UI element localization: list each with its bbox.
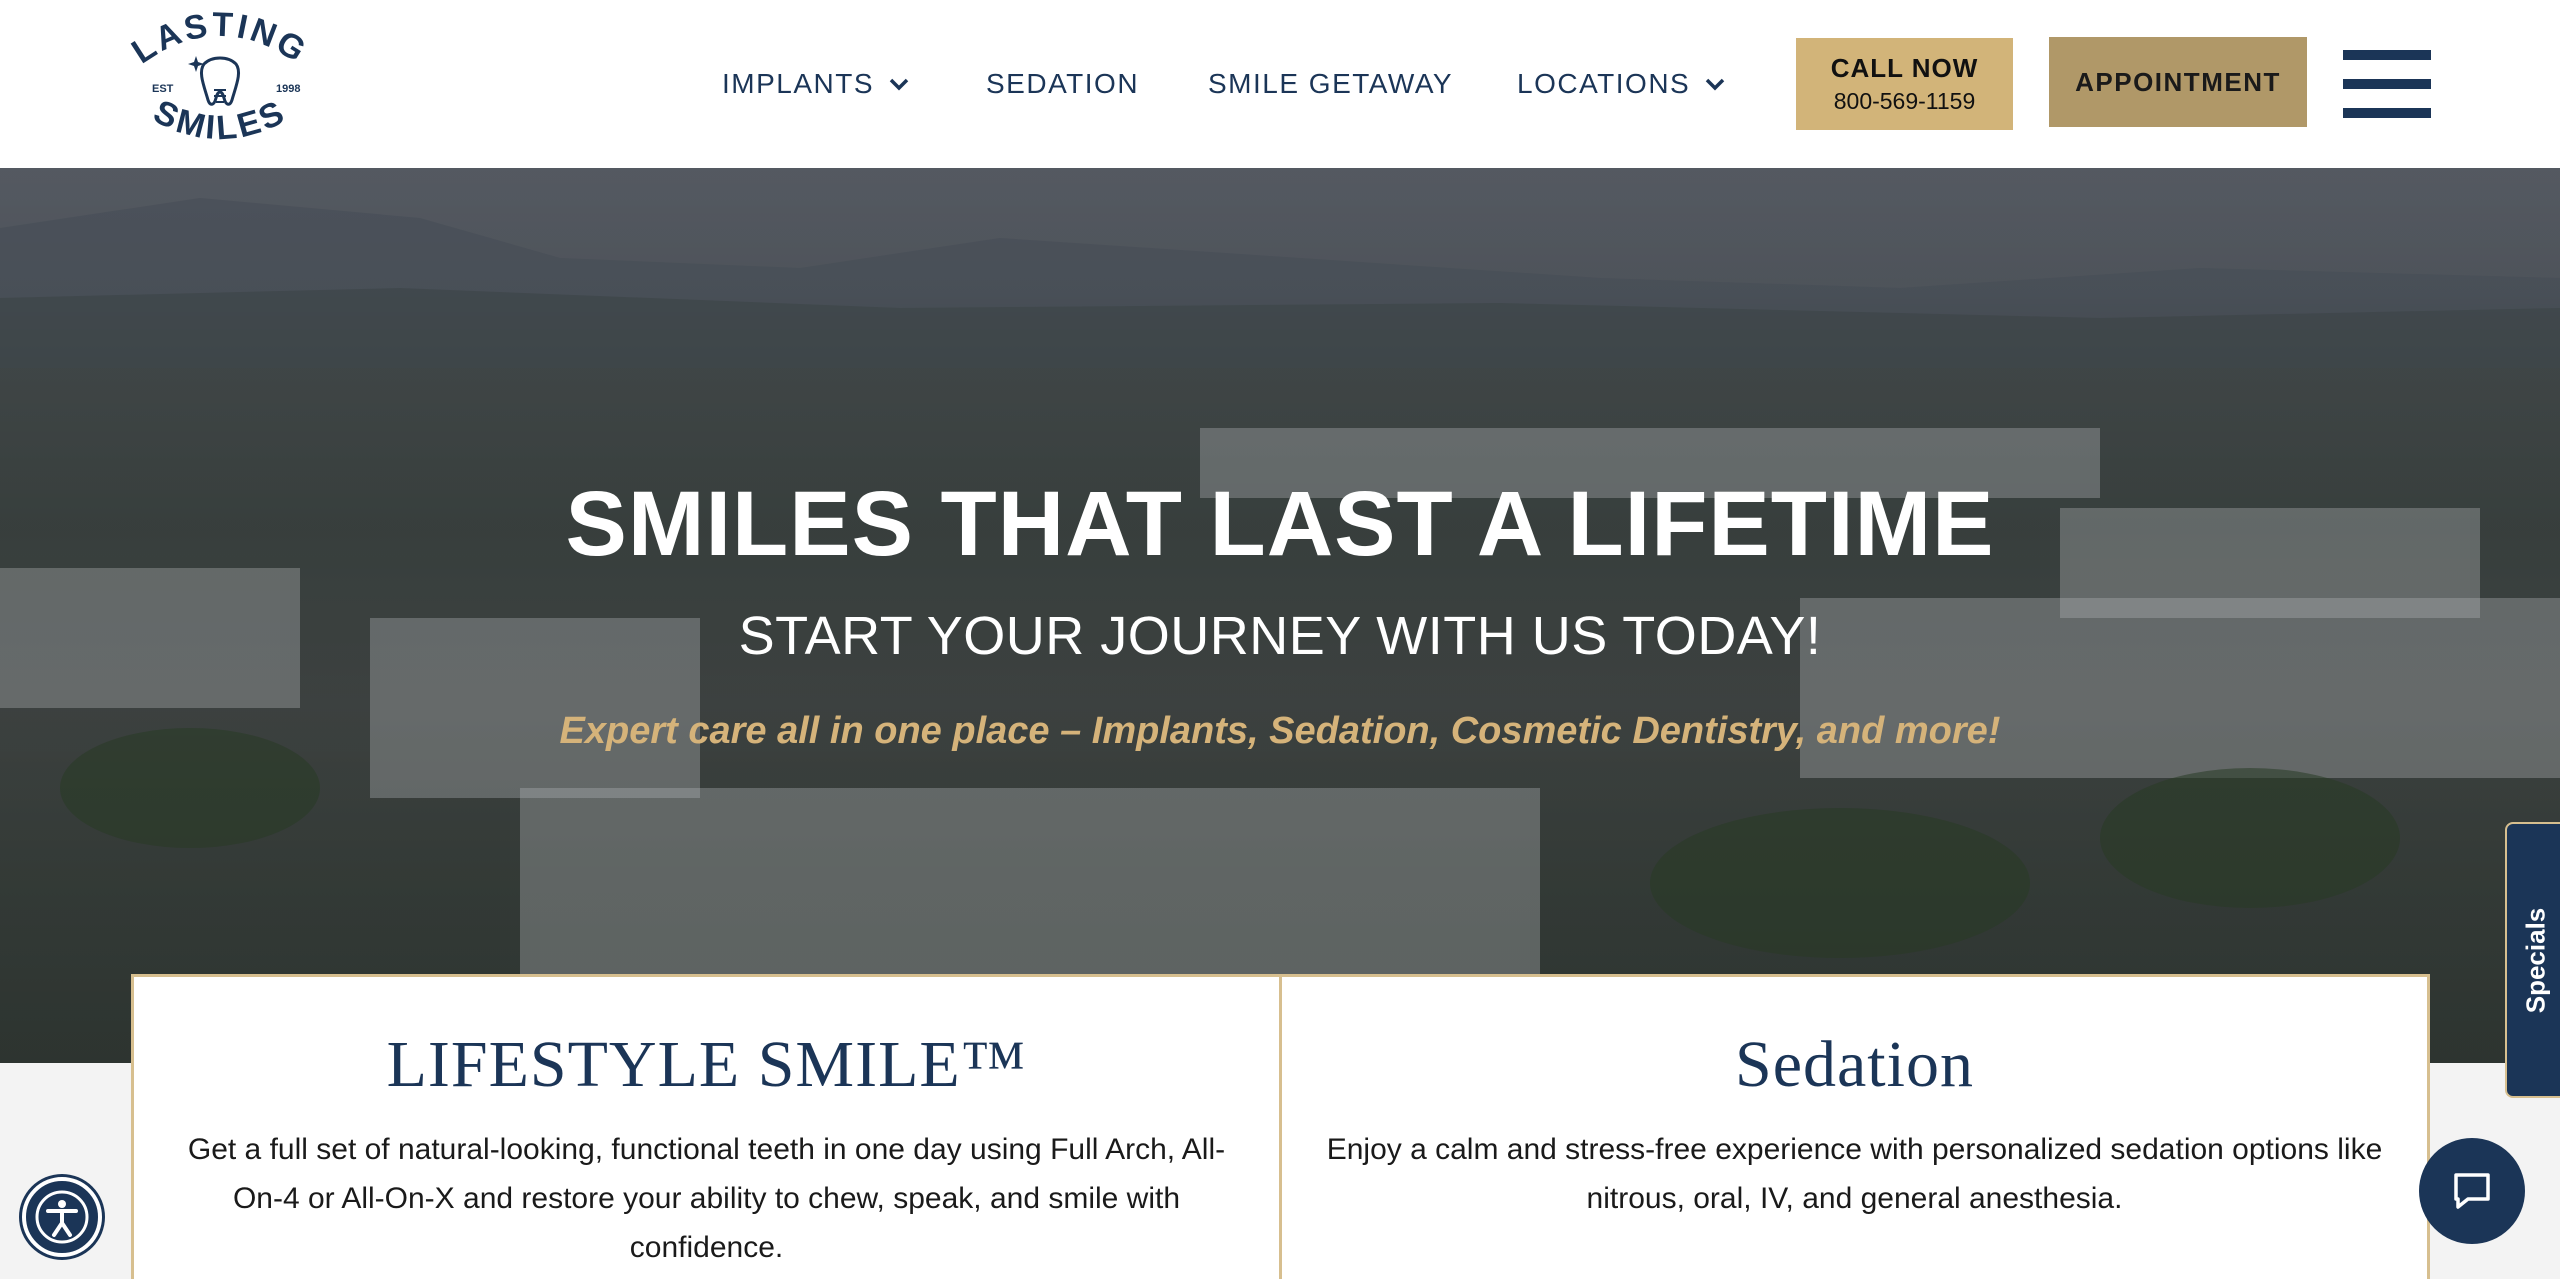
- chat-bubble-icon: [2454, 1173, 2490, 1209]
- call-now-label: CALL NOW: [1830, 53, 1979, 83]
- specials-tab[interactable]: Specials: [2505, 822, 2560, 1098]
- chat-button[interactable]: [2419, 1138, 2525, 1244]
- lasting-smiles-logo[interactable]: LASTING SMILES EST 1998: [125, 6, 312, 154]
- svg-text:LASTING: LASTING: [128, 12, 312, 71]
- card-title: LIFESTYLE SMILE™: [386, 1028, 1027, 1101]
- appointment-button[interactable]: APPOINTMENT: [2049, 37, 2307, 127]
- chevron-down-icon: [889, 78, 909, 91]
- nav-locations[interactable]: LOCATIONS: [1517, 64, 1726, 104]
- svg-text:SMILES: SMILES: [148, 93, 293, 148]
- call-now-button[interactable]: CALL NOW 800-569-1159: [1796, 38, 2013, 130]
- hero-tagline: Expert care all in one place – Implants,…: [559, 710, 2001, 752]
- hero-section: SMILES THAT LAST A LIFETIME START YOUR J…: [0, 168, 2560, 1063]
- site-header: LASTING SMILES EST 1998 IMPLANTS SEDATIO…: [0, 0, 2560, 168]
- hero-trees: [1650, 808, 2030, 958]
- card-text: Get a full set of natural-looking, funct…: [187, 1133, 1226, 1264]
- call-now-phone: 800-569-1159: [1833, 88, 1976, 114]
- card-sedation[interactable]: Sedation Enjoy a calm and stress-free ex…: [1279, 977, 2427, 1279]
- nav-implants[interactable]: IMPLANTS: [722, 64, 910, 104]
- logo-bottom-text: SMILES: [148, 93, 290, 148]
- logo-top-text: LASTING: [125, 6, 311, 72]
- chevron-down-icon: [1705, 78, 1725, 91]
- hero-trees: [2100, 768, 2400, 908]
- nav-locations-label: LOCATIONS: [1517, 68, 1691, 99]
- card-text: Enjoy a calm and stress-free experience …: [1326, 1133, 2383, 1215]
- logo-year: 1998: [276, 83, 300, 95]
- service-cards: LIFESTYLE SMILE™ Get a full set of natur…: [131, 974, 2430, 1279]
- nav-sedation-label: SEDATION: [986, 68, 1140, 99]
- card-lifestyle-smile[interactable]: LIFESTYLE SMILE™ Get a full set of natur…: [134, 977, 1279, 1279]
- specials-label: Specials: [2520, 907, 2551, 1013]
- nav-smile-getaway-label: SMILE GETAWAY: [1208, 68, 1454, 99]
- accessibility-button[interactable]: [22, 1177, 102, 1257]
- nav-smile-getaway[interactable]: SMILE GETAWAY: [1208, 64, 1453, 104]
- nav-implants-label: IMPLANTS: [722, 68, 875, 99]
- tooth-icon: [188, 56, 240, 106]
- logo-est: EST: [152, 83, 174, 95]
- nav-sedation[interactable]: SEDATION: [986, 64, 1139, 104]
- accessibility-icon: [35, 1190, 89, 1244]
- logo-graphic: LASTING SMILES EST 1998: [125, 6, 312, 148]
- hamburger-menu-icon[interactable]: [2343, 50, 2431, 118]
- hero-subtitle: START YOUR JOURNEY WITH US TODAY!: [738, 606, 1822, 666]
- hero-background-mountains: [0, 198, 2560, 368]
- hero-title: SMILES THAT LAST A LIFETIME: [565, 473, 1995, 575]
- card-title: Sedation: [1735, 1028, 1974, 1101]
